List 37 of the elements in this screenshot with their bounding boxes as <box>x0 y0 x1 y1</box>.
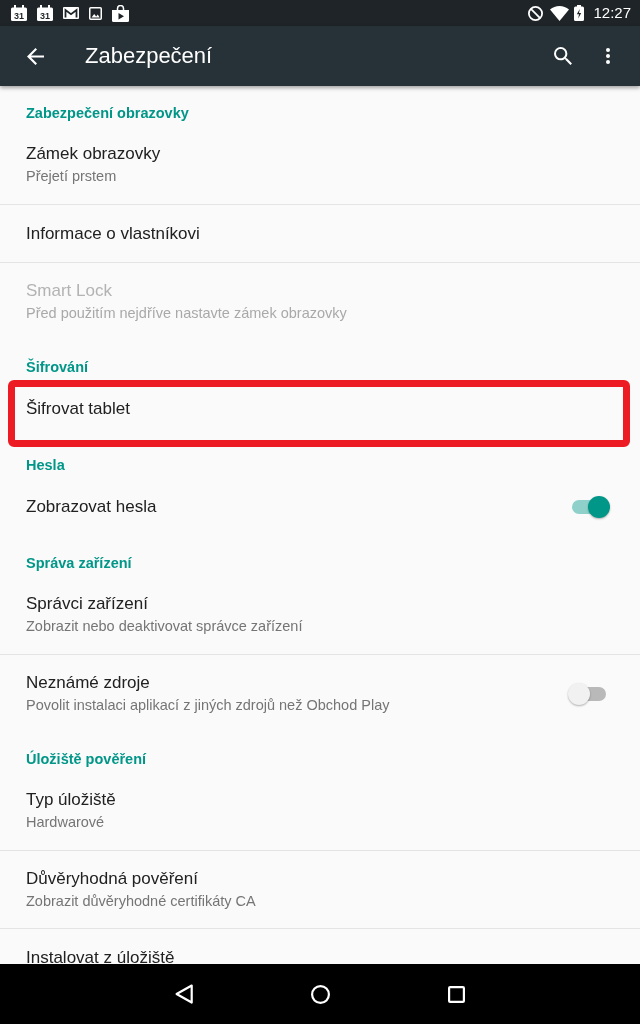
setting-title[interactable]: Správci zařízení <box>26 593 610 615</box>
screen-title: Zabezpečení <box>85 43 213 69</box>
mail-icon <box>63 7 79 19</box>
section-header: Úložiště pověření <box>25 749 148 769</box>
section-header: Zabezpečení obrazovky <box>25 104 190 123</box>
setting-summary: Povolit instalaci aplikací z jiných zdrojů než Obchod Play <box>26 695 391 715</box>
back-arrow-icon[interactable] <box>27 47 44 65</box>
setting-summary: Hardwarové <box>26 813 106 832</box>
setting-title[interactable]: Typ úložiště <box>26 789 610 811</box>
setting-title[interactable]: Informace o vlastníkovi <box>26 222 610 245</box>
setting-title[interactable]: Instalovat z úložiště <box>26 946 610 964</box>
setting-summary: Přejetí prstem <box>26 167 118 186</box>
search-icon[interactable] <box>554 47 572 65</box>
setting-title[interactable]: Zobrazovat hesla <box>26 496 568 518</box>
setting-summary: Zobrazit důvěryhodné certifikáty CA <box>26 891 257 911</box>
section-header: Šifrování <box>25 357 90 377</box>
calendar-icon: 31 <box>37 5 53 21</box>
section-header: Hesla <box>25 456 66 475</box>
do-not-disturb-icon <box>528 5 544 21</box>
calendar-icon: 31 <box>11 5 27 21</box>
setting-summary: Zobrazit nebo deaktivovat správce zařízení <box>26 617 304 636</box>
back-icon[interactable] <box>175 984 193 1004</box>
battery-charging-icon <box>574 5 585 21</box>
shopping-bag-icon <box>112 4 129 22</box>
recent-apps-icon[interactable] <box>447 985 465 1003</box>
wifi-icon <box>550 5 570 21</box>
setting-title[interactable]: Neznámé zdroje <box>26 671 568 694</box>
setting-title[interactable]: Šifrovat tablet <box>26 398 610 420</box>
setting-title: Smart Lock <box>26 279 113 302</box>
setting-summary: Před použitím nejdříve nastavte zámek obrazovky <box>26 303 348 323</box>
setting-title[interactable]: Zámek obrazovky <box>26 143 610 165</box>
setting-title[interactable]: Důvěryhodná pověření <box>26 867 610 890</box>
picture-icon <box>89 6 102 20</box>
more-options-icon[interactable] <box>606 48 610 64</box>
clock-time: 12:27 <box>593 4 631 22</box>
section-header: Správa zařízení <box>25 554 133 573</box>
home-icon[interactable] <box>310 984 330 1004</box>
